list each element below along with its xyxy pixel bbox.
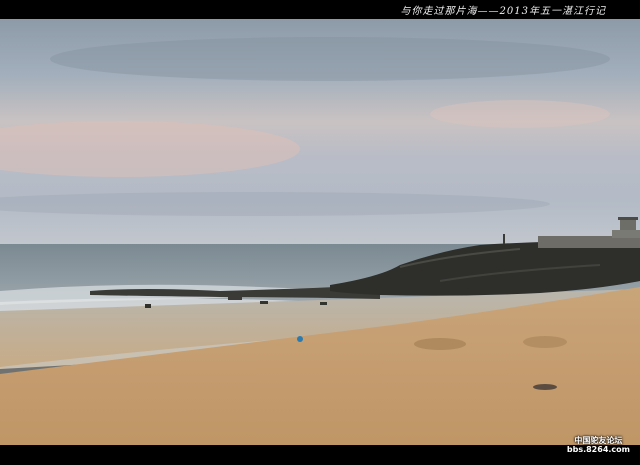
blue-object <box>297 336 303 342</box>
beach-photo <box>0 19 640 445</box>
site-watermark: 中国驼友论坛 bbs.8264.com <box>567 436 630 454</box>
bottom-black-border <box>0 445 640 465</box>
watermark-line1: 中国驼友论坛 <box>574 436 623 445</box>
top-black-border: 与你走过那片海——2013年五一湛江行记 <box>0 0 640 18</box>
photo-caption: 与你走过那片海——2013年五一湛江行记 <box>400 6 606 17</box>
watermark-line2: bbs.8264.com <box>566 445 630 454</box>
